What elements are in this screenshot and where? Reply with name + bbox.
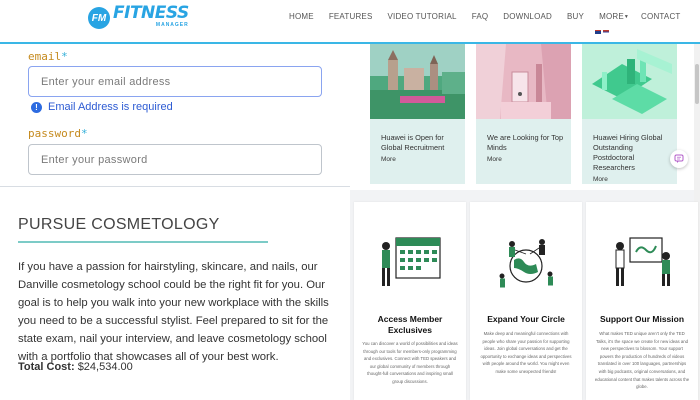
news-title: Huawei Hiring Global Outstanding Postdoc… xyxy=(593,133,663,172)
calendar-illustration-icon xyxy=(382,237,441,286)
cosmetology-description: If you have a passion for hairstyling, s… xyxy=(18,261,329,363)
uk-flag-icon[interactable] xyxy=(595,30,601,34)
feature-description: What makes TED unique aren't only the TE… xyxy=(594,331,690,390)
email-error-text: Email Address is required xyxy=(48,101,173,113)
feature-card: Expand Your Circle Make deep and meaning… xyxy=(470,202,582,400)
nav-features[interactable]: FEATURES xyxy=(329,12,373,21)
news-image xyxy=(582,44,677,119)
support-mission-illustration-icon xyxy=(615,237,670,286)
nav-download[interactable]: DOWNLOAD xyxy=(503,12,552,21)
info-icon: ! xyxy=(31,101,42,113)
email-error: ! Email Address is required xyxy=(31,101,173,113)
password-input[interactable] xyxy=(28,144,322,175)
total-cost: Total Cost: $24,534.00 xyxy=(18,361,133,373)
nav-buy[interactable]: BUY xyxy=(567,12,584,21)
globe-people-illustration-icon xyxy=(499,239,553,288)
nav-more-dropdown[interactable]: MORE▼ xyxy=(599,12,629,21)
feature-title: Support Our Mission xyxy=(599,314,685,324)
top-header: FM FITNESS MANAGER HOME FEATURES VIDEO T… xyxy=(0,0,700,44)
main-nav: HOME FEATURES VIDEO TUTORIAL FAQ DOWNLOA… xyxy=(289,12,681,21)
logo-subtitle: MANAGER xyxy=(155,22,189,28)
feature-card: Support Our Mission What makes TED uniqu… xyxy=(586,202,698,400)
logo-badge: FM xyxy=(88,7,110,29)
cosmetology-title: PURSUE COSMETOLOGY xyxy=(18,216,220,233)
news-image xyxy=(476,44,571,119)
feature-title: Expand Your Circle xyxy=(487,314,565,324)
total-cost-label: Total Cost: xyxy=(18,361,75,373)
brand-logo[interactable]: FM FITNESS MANAGER xyxy=(88,5,189,33)
serbia-flag-icon[interactable] xyxy=(603,30,609,34)
news-card[interactable]: Huawei is Open for Global Recruitment Mo… xyxy=(370,44,465,184)
news-more-link[interactable]: More xyxy=(593,176,677,183)
nav-faq[interactable]: FAQ xyxy=(472,12,489,21)
caret-down-icon: ▼ xyxy=(623,13,630,20)
news-title: Huawei is Open for Global Recruitment xyxy=(381,133,445,152)
nav-video-tutorial[interactable]: VIDEO TUTORIAL xyxy=(388,12,457,21)
nav-contact[interactable]: CONTACT xyxy=(641,12,680,21)
language-switcher xyxy=(595,30,609,34)
logo-name: FITNESS xyxy=(113,3,189,23)
feature-title: Access Member Exclusives xyxy=(377,314,443,335)
email-input[interactable] xyxy=(28,66,322,97)
password-label: password* xyxy=(28,127,88,140)
title-underline xyxy=(18,241,268,243)
news-card[interactable]: Huawei Hiring Global Outstanding Postdoc… xyxy=(582,44,677,184)
nav-more-label: MORE xyxy=(599,12,624,21)
news-image xyxy=(370,44,465,119)
news-more-link[interactable]: More xyxy=(381,156,465,163)
news-title: We are Looking for Top Minds xyxy=(487,133,564,152)
feature-card: Access Member Exclusives You can discove… xyxy=(354,202,466,400)
nav-home[interactable]: HOME xyxy=(289,12,314,21)
news-card[interactable]: We are Looking for Top Minds More xyxy=(476,44,571,184)
chat-icon[interactable] xyxy=(670,150,688,168)
total-cost-value: $24,534.00 xyxy=(77,361,133,373)
news-section: Huawei is Open for Global Recruitment Mo… xyxy=(362,44,700,189)
email-label: email* xyxy=(28,50,68,63)
scrollbar-thumb[interactable] xyxy=(695,64,699,104)
news-more-link[interactable]: More xyxy=(487,156,571,163)
feature-description: You can discover a world of possibilitie… xyxy=(362,341,458,384)
feature-description: Make deep and meaningful connections wit… xyxy=(480,331,572,374)
login-form: email* ! Email Address is required passw… xyxy=(0,44,350,187)
